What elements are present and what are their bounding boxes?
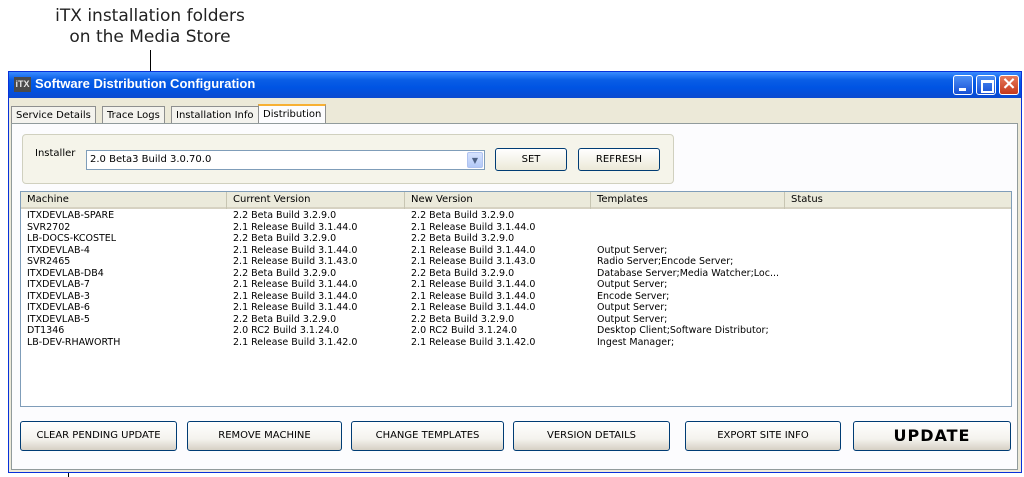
cell-machine: ITXDEVLAB-4 (27, 244, 90, 256)
cell-templates: Radio Server;Encode Server; (597, 256, 734, 267)
refresh-button[interactable]: REFRESH (578, 148, 660, 171)
minimize-button[interactable] (953, 75, 973, 95)
cell-new-version: 2.2 Beta Build 3.2.9.0 (411, 233, 515, 244)
window-title: Software Distribution Configuration (35, 76, 256, 91)
callout-line-2: on the Media Store (69, 27, 231, 47)
list-body: ITXDEVLAB-SPARE 2.2 Beta Build 3.2.9.0 2.2… (21, 210, 1011, 406)
table-row[interactable]: ITXDEVLAB-DB4 2.2 Beta Build 3.2.9.0 2.2 B… (21, 268, 1011, 280)
cell-machine: ITXDEVLAB-3 (27, 290, 90, 302)
table-row[interactable]: ITXDEVLAB-5 2.2 Beta Build 3.2.9.0 2.2 Bet… (21, 314, 1011, 326)
installer-label: Installer (35, 148, 76, 159)
tab-distribution[interactable]: Distribution (258, 104, 327, 124)
cell-machine: ITXDEVLAB-DB4 (27, 267, 104, 279)
cell-templates: Output Server; (597, 244, 668, 256)
chevron-down-icon[interactable]: ▼ (467, 152, 483, 168)
cell-new-version: 2.1 Release Build 3.1.44.0 (411, 244, 536, 256)
cell-current-version: 2.1 Release Build 3.1.43.0 (233, 256, 358, 267)
table-row[interactable]: DT1346 2.0 RC2 Build 3.1.24.0 2.0 RC2 Buil… (21, 325, 1011, 337)
cell-current-version: 2.0 RC2 Build 3.1.24.0 (233, 325, 340, 336)
cell-current-version: 2.1 Release Build 3.1.44.0 (233, 290, 358, 302)
column-header-templates[interactable]: Templates (591, 192, 785, 209)
cell-current-version: 2.1 Release Build 3.1.44.0 (233, 302, 358, 313)
cell-machine: LB-DEV-RHAWORTH (27, 336, 121, 348)
installer-group: Installer 2.0 Beta3 Build 3.0.70.0 ▼ SET… (22, 134, 674, 184)
table-row[interactable]: ITXDEVLAB-SPARE 2.2 Beta Build 3.2.9.0 2.2… (21, 210, 1011, 222)
app-icon: iTX (14, 77, 31, 92)
cell-new-version: 2.0 RC2 Build 3.1.24.0 (411, 325, 518, 336)
tab-trace-logs[interactable]: Trace Logs (102, 106, 165, 123)
cell-templates: Output Server; (597, 302, 668, 313)
cell-machine: SVR2465 (27, 256, 71, 267)
update-button[interactable]: UPDATE (853, 421, 1011, 451)
cell-machine: SVR2702 (27, 221, 71, 233)
remove-machine-button[interactable]: REMOVE MACHINE (187, 421, 342, 451)
clear-pending-update-button[interactable]: CLEAR PENDING UPDATE (20, 421, 177, 451)
set-button[interactable]: SET (495, 148, 567, 171)
column-header-new-version[interactable]: New Version (405, 192, 591, 209)
cell-new-version: 2.1 Release Build 3.1.44.0 (411, 302, 536, 313)
table-row[interactable]: ITXDEVLAB-7 2.1 Release Build 3.1.44.0 2.1… (21, 279, 1011, 291)
tab-installation-info[interactable]: Installation Info (171, 106, 259, 123)
table-row[interactable]: LB-DEV-RHAWORTH 2.1 Release Build 3.1.42.… (21, 337, 1011, 349)
cell-new-version: 2.1 Release Build 3.1.44.0 (411, 279, 536, 290)
installer-selected-value: 2.0 Beta3 Build 3.0.70.0 (90, 154, 212, 165)
export-site-info-button[interactable]: EXPORT SITE INFO (685, 421, 841, 451)
cell-templates: Desktop Client;Software Distributor; (597, 325, 769, 336)
cell-new-version: 2.2 Beta Build 3.2.9.0 (411, 210, 515, 221)
cell-current-version: 2.1 Release Build 3.1.44.0 (233, 279, 358, 290)
cell-new-version: 2.1 Release Build 3.1.43.0 (411, 256, 536, 267)
cell-current-version: 2.2 Beta Build 3.2.9.0 (233, 313, 337, 325)
cell-new-version: 2.1 Release Build 3.1.44.0 (411, 221, 536, 233)
table-row[interactable]: LB-DOCS-KCOSTEL 2.2 Beta Build 3.2.9.0 2.2… (21, 233, 1011, 245)
cell-new-version: 2.2 Beta Build 3.2.9.0 (411, 313, 515, 325)
cell-new-version: 2.1 Release Build 3.1.42.0 (411, 336, 536, 348)
cell-current-version: 2.1 Release Build 3.1.42.0 (233, 336, 358, 348)
column-header-machine[interactable]: Machine (21, 192, 227, 209)
cell-machine: LB-DOCS-KCOSTEL (27, 233, 117, 244)
cell-current-version: 2.2 Beta Build 3.2.9.0 (233, 267, 337, 279)
table-row[interactable]: ITXDEVLAB-3 2.1 Release Build 3.1.44.0 2.1… (21, 291, 1011, 303)
close-button[interactable] (999, 73, 1019, 95)
software-distribution-window: iTX Software Distribution Configuration … (8, 71, 1022, 473)
cell-new-version: 2.2 Beta Build 3.2.9.0 (411, 267, 515, 279)
column-header-current-version[interactable]: Current Version (227, 192, 405, 209)
cell-machine: ITXDEVLAB-5 (27, 313, 90, 325)
cell-templates: Encode Server; (597, 290, 670, 302)
cell-templates: Output Server; (597, 313, 668, 325)
cell-current-version: 2.2 Beta Build 3.2.9.0 (233, 233, 337, 244)
table-row[interactable]: ITXDEVLAB-6 2.1 Release Build 3.1.44.0 2.1… (21, 302, 1011, 314)
installer-select[interactable]: 2.0 Beta3 Build 3.0.70.0 ▼ (86, 150, 485, 170)
cell-templates: Ingest Manager; (597, 336, 675, 348)
table-row[interactable]: SVR2702 2.1 Release Build 3.1.44.0 2.1 Rel… (21, 222, 1011, 234)
change-templates-button[interactable]: CHANGE TEMPLATES (351, 421, 504, 451)
callout-installation-folders: iTX installation folders on the Media St… (0, 6, 300, 48)
machine-list[interactable]: Machine Current Version New Version Temp… (20, 191, 1012, 407)
cell-machine: ITXDEVLAB-7 (27, 279, 90, 290)
version-details-button[interactable]: VERSION DETAILS (513, 421, 670, 451)
cell-templates: Database Server;Media Watcher;Loc... (597, 267, 780, 279)
cell-machine: ITXDEVLAB-6 (27, 302, 90, 313)
cell-current-version: 2.2 Beta Build 3.2.9.0 (233, 210, 337, 221)
cell-current-version: 2.1 Release Build 3.1.44.0 (233, 221, 358, 233)
cell-templates: Output Server; (597, 279, 668, 290)
table-row[interactable]: SVR2465 2.1 Release Build 3.1.43.0 2.1 Rel… (21, 256, 1011, 268)
table-row[interactable]: ITXDEVLAB-4 2.1 Release Build 3.1.44.0 2.1… (21, 245, 1011, 257)
cell-current-version: 2.1 Release Build 3.1.44.0 (233, 244, 358, 256)
cell-new-version: 2.1 Release Build 3.1.44.0 (411, 290, 536, 302)
callout-line-1: iTX installation folders (55, 6, 245, 26)
cell-machine: DT1346 (27, 325, 65, 336)
title-bar[interactable]: iTX Software Distribution Configuration (9, 72, 1021, 98)
list-header: Machine Current Version New Version Temp… (21, 192, 1011, 209)
maximize-button[interactable] (976, 75, 996, 95)
distribution-panel: Installer 2.0 Beta3 Build 3.0.70.0 ▼ SET… (11, 123, 1018, 470)
cell-machine: ITXDEVLAB-SPARE (27, 210, 115, 221)
column-header-status[interactable]: Status (785, 192, 1011, 209)
tab-service-details[interactable]: Service Details (11, 106, 96, 123)
